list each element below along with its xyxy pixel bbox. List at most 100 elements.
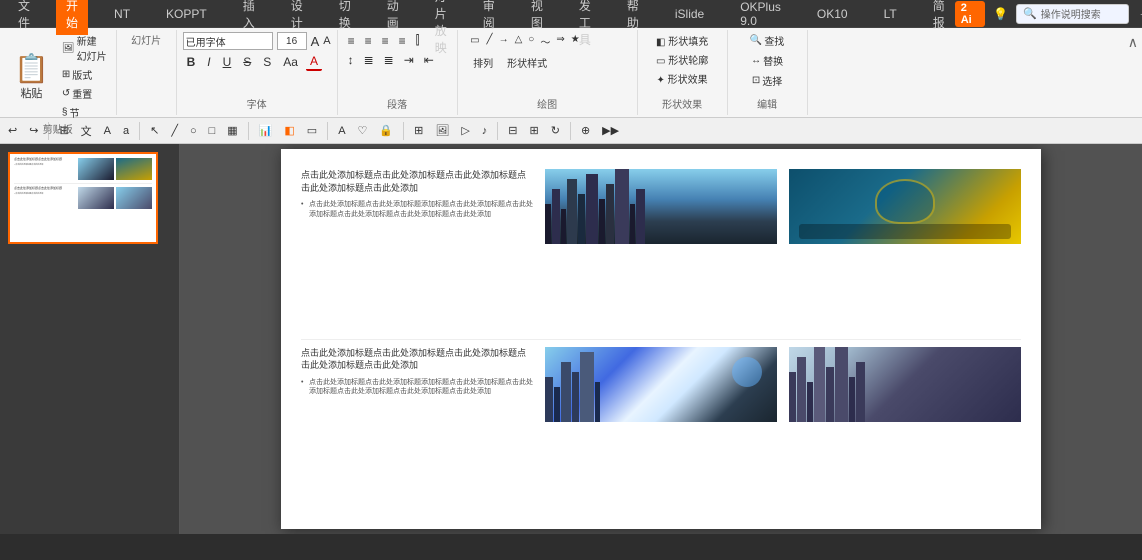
justify-btn[interactable]: ≡ [395,32,410,49]
arrange-button[interactable]: 排列 [467,53,499,72]
sep7 [570,122,571,140]
reset-button[interactable]: ↺ 重置 [59,85,110,102]
font-name-input[interactable] [183,32,273,50]
more-tools-btn[interactable]: ▶▶ [598,123,623,138]
group-btn[interactable]: ⊞ [526,123,543,138]
bold-button[interactable]: B [183,54,200,70]
section-label: 节 [69,105,79,120]
line-draw-btn[interactable]: ╱ [167,123,182,138]
shadow-text-button[interactable]: S [259,54,275,70]
menu-koppt[interactable]: KOPPT [156,3,217,25]
align-left-btn[interactable]: ≡ [344,32,359,49]
sep2 [139,122,140,140]
menu-okplus[interactable]: OKPlus 9.0 [730,0,791,32]
line-shape[interactable]: ╱ [485,32,495,51]
column-btn[interactable]: ⫿ [412,32,424,49]
zoom-btn[interactable]: ⊕ [577,123,594,138]
layout-button[interactable]: ⊞ 版式 [59,66,110,83]
font-size-decrease-btn[interactable]: A [323,35,330,47]
ribbon-collapse[interactable]: ∧ [1124,30,1142,115]
char-spacing-button[interactable]: Aa [279,54,302,70]
arrow-shape[interactable]: → [497,32,511,51]
line-spacing-btn[interactable]: ↕ [344,52,358,68]
slide-section-1-bullet: 点击此处添加标题点击此处添加标题添加标题点击此处添加标题点击此处添加标题点击此处… [301,200,533,220]
slide-panel: 1 点击此处添加标题点击此处添加标题 • 点击此处添加标题点击此处添加 [0,144,180,534]
table-insert-btn[interactable]: ⊞ [410,123,427,138]
indent-decrease-btn[interactable]: ⇤ [420,52,438,68]
slide-thumbnail-1[interactable]: 1 点击此处添加标题点击此处添加标题 • 点击此处添加标题点击此处添加 [8,152,171,244]
arrow-cursor-btn[interactable]: ↖ [146,123,163,138]
video-btn[interactable]: ▷ [457,123,473,138]
layout-label: 版式 [72,67,92,82]
rect-shape[interactable]: ▭ [467,32,482,51]
chart-btn[interactable]: 📊 [255,123,277,138]
align-center-btn[interactable]: ≡ [361,32,376,49]
paste-icon: 📋 [14,52,49,85]
rotate-btn[interactable]: ↻ [547,123,564,138]
font-size-increase-btn[interactable]: A [311,34,320,49]
paste-button[interactable]: 📋 粘贴 [6,48,57,105]
shape-style-button[interactable]: 形状样式 [503,53,551,72]
square-draw-btn[interactable]: □ [205,124,220,138]
text-tool-btn[interactable]: A [334,124,349,138]
collapse-icon[interactable]: ∧ [1128,34,1138,51]
font-color-button[interactable]: A [306,53,322,71]
layout-icon: ⊞ [62,69,70,80]
shape-outline-btn[interactable]: ▭ 形状轮廓 [653,51,711,68]
triangle-shape[interactable]: △ [513,32,525,51]
shape-effects-content: ◧ 形状填充 ▭ 形状轮廓 ✦ 形状效果 [653,32,711,96]
section-button[interactable]: § 节 [59,104,110,121]
new-slide-button[interactable]: 🖼 新建幻灯片 [59,32,110,64]
menu-ok10[interactable]: OK10 [807,3,858,25]
wave-shape[interactable]: 〜 [538,32,552,51]
heart-btn[interactable]: ♡ [354,123,372,138]
underline-button[interactable]: U [219,54,236,70]
search-box[interactable]: 🔍 操作说明搜索 [1016,4,1129,24]
star-shape[interactable]: ★ [569,32,582,51]
select-button[interactable]: ⊡ 选择 [749,72,785,89]
ribbon-group-editing: 🔍 查找 ↔ 替换 ⊡ 选择 编辑 [728,30,808,115]
audio-btn[interactable]: ♪ [478,124,492,138]
menu-islide[interactable]: iSlide [665,3,714,25]
indent-increase-btn[interactable]: ⇥ [400,52,418,68]
font-content: A A B I U S S Aa A [183,32,331,96]
menu-lt[interactable]: LT [874,3,907,25]
grid-btn[interactable]: ▦ [223,123,241,138]
shape-fill-btn[interactable]: ◧ 形状填充 [653,32,711,49]
italic-button[interactable]: I [203,54,214,70]
align-objects-btn[interactable]: ⊟ [504,123,521,138]
bullet-list-btn[interactable]: ≣ [360,52,378,68]
circle-draw-btn[interactable]: ○ [186,124,201,138]
slides-label: 幻灯片 [123,32,170,49]
shape-effect-btn[interactable]: ✦ 形状效果 [654,70,711,87]
fill-color-btn[interactable]: ◧ [280,123,298,138]
font-a-btn[interactable]: a [119,124,133,138]
circle-shape[interactable]: ○ [526,32,536,51]
new-slide-label: 新建幻灯片 [77,33,107,63]
shape-effects-label: 形状效果 [644,96,721,113]
menu-nt[interactable]: NT [104,3,140,25]
double-arrow[interactable]: ⇒ [554,32,566,51]
paragraph-label: 段落 [344,96,451,113]
slide-image-2 [789,169,1021,244]
menu-brief[interactable]: 简报 [923,0,955,35]
image-btn[interactable]: 🖼 [431,123,453,138]
slide-section-2-bullet: 点击此处添加标题点击此处添加标题添加标题点击此处添加标题点击此处添加标题点击此处… [301,378,533,398]
reset-icon: ↺ [62,88,70,99]
paste-label: 粘贴 [20,85,42,101]
ai-badge[interactable]: 2 Ai [955,1,985,27]
slide-image-3 [545,347,777,422]
replace-button[interactable]: ↔ 替换 [748,52,786,69]
border-color-btn[interactable]: ▭ [303,123,321,138]
lock-btn[interactable]: 🔒 [375,123,397,138]
window-minimize-btn[interactable]: ─ [1137,7,1142,21]
slide-section-2-title: 点击此处添加标题点击此处添加标题点击此处添加标题点击此处添加标题点击此处添加 [301,347,533,372]
title-bar: 文件 开始 NT KOPPT 插入 设计 切换 动画 幻灯片放映 审阅 视图 开… [0,0,1142,28]
find-button[interactable]: 🔍 查找 [747,32,787,49]
clipboard-content: 📋 粘贴 🖼 新建幻灯片 ⊞ 版式 ↺ 重置 § 节 [6,32,110,121]
font-size-input[interactable] [277,32,307,50]
align-right-btn[interactable]: ≡ [378,32,393,49]
slide-thumb-inner[interactable]: 点击此处添加标题点击此处添加标题 • 点击此处添加标题点击此处添加 点击此处添加… [8,152,158,244]
number-list-btn[interactable]: ≣ [380,52,398,68]
strikethrough-button[interactable]: S [239,54,255,70]
